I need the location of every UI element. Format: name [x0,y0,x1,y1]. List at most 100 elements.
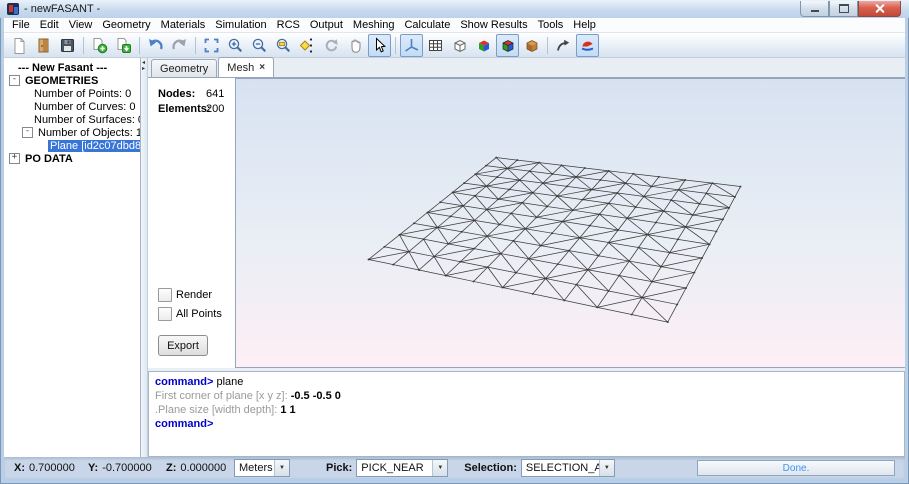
undo-button[interactable] [144,34,167,57]
toolbar-separator [139,37,140,54]
new-file-button[interactable] [8,34,31,57]
shaded-wireframe-cube-button[interactable] [496,34,519,57]
elements-stat: Elements:200 [158,103,229,115]
menu-bar: File Edit View Geometry Materials Simula… [4,18,905,33]
save-icon [59,37,76,54]
shaded-wireframe-cube-icon [499,37,516,54]
close-icon [875,4,884,13]
normals-button[interactable] [552,34,575,57]
console-splitter-icon[interactable]: ▴▾ [153,371,159,372]
mesh-result-view-button[interactable] [576,34,599,57]
open-button[interactable] [32,34,55,57]
solid-cube-button[interactable] [520,34,543,57]
splitter-arrows-icon: ◂▸ [142,60,145,72]
render-checkbox-row: Render [158,288,229,302]
selection-select[interactable]: SELECTION_ALL▼ [521,459,615,477]
toolbar-separator [195,37,196,54]
console-line: .Plane size [width depth]: 1 1 [155,403,898,417]
progress-text: Done. [783,463,810,474]
axes-button[interactable] [400,34,423,57]
collapse-icon[interactable]: - [9,75,20,86]
chevron-down-icon: ▼ [599,460,614,476]
zoom-out-icon [251,37,268,54]
grid-icon [427,37,444,54]
close-tab-icon[interactable]: × [259,63,265,72]
zoom-out-button[interactable] [248,34,271,57]
render-checkbox[interactable] [158,288,172,302]
menu-edit[interactable]: Edit [35,19,64,32]
title-bar: - newFASANT - [0,0,909,18]
rotate-view-button[interactable] [320,34,343,57]
export-button[interactable]: Export [158,335,208,356]
status-pick: Pick: [326,462,356,474]
wireframe-cube-button[interactable] [448,34,471,57]
export-geometry-button[interactable] [112,34,135,57]
menu-calculate[interactable]: Calculate [399,19,455,32]
mesh-tab-content: Nodes:641 Elements:200 Render All Points… [148,77,905,368]
menu-output[interactable]: Output [305,19,348,32]
shaded-cube-button[interactable] [472,34,495,57]
minimize-button[interactable] [800,1,829,17]
menu-show-results[interactable]: Show Results [455,19,532,32]
console-line: command> [155,417,898,431]
center-view-button[interactable] [296,34,319,57]
tree-item-objects[interactable]: -Number of Objects: 1 [4,126,140,139]
rotate-view-icon [323,37,340,54]
pick-select[interactable]: PICK_NEAR▼ [356,459,448,477]
menu-help[interactable]: Help [568,19,601,32]
toolbar [4,33,905,58]
status-bar: X:0.700000 Y:-0.700000 Z:0.000000 Meters… [4,457,905,478]
tab-geometry[interactable]: Geometry [151,59,217,77]
status-z: Z:0.000000 [166,462,232,474]
geometry-tree-panel: --- New Fasant --- -GEOMETRIES Number of… [4,58,141,457]
tab-mesh[interactable]: Mesh× [218,57,274,77]
menu-materials[interactable]: Materials [156,19,211,32]
tree-item-geometries[interactable]: -GEOMETRIES [4,74,140,87]
zoom-in-button[interactable] [224,34,247,57]
open-folder-icon [35,37,52,54]
tree-splitter[interactable]: ◂▸ [141,58,148,457]
redo-button[interactable] [168,34,191,57]
mesh-viewport[interactable] [235,78,905,368]
save-button[interactable] [56,34,79,57]
elements-value: 200 [206,103,224,115]
status-y: Y:-0.700000 [88,462,162,474]
menu-rcs[interactable]: RCS [272,19,305,32]
tab-bar: Geometry Mesh× [148,58,905,77]
menu-meshing[interactable]: Meshing [348,19,400,32]
pan-hand-icon [347,37,364,54]
menu-tools[interactable]: Tools [533,19,569,32]
minimize-icon [811,10,819,12]
nodes-stat: Nodes:641 [158,88,229,100]
tree-item-curves[interactable]: Number of Curves: 0 [4,100,140,113]
zoom-window-button[interactable] [272,34,295,57]
collapse-icon[interactable]: - [22,127,33,138]
undo-icon [147,37,164,54]
grid-button[interactable] [424,34,447,57]
maximize-icon [839,4,849,13]
tree-item-surfaces[interactable]: Number of Surfaces: 0 [4,113,140,126]
redo-icon [171,37,188,54]
select-button[interactable] [368,34,391,57]
menu-geometry[interactable]: Geometry [97,19,155,32]
pan-button[interactable] [344,34,367,57]
tree-item-points[interactable]: Number of Points: 0 [4,87,140,100]
zoom-fit-button[interactable] [200,34,223,57]
import-geometry-button[interactable] [88,34,111,57]
menu-simulation[interactable]: Simulation [210,19,271,32]
units-select[interactable]: Meters▼ [234,459,290,477]
tree-item-plane[interactable]: Plane [id2c07dbd8] [4,139,140,152]
menu-view[interactable]: View [64,19,98,32]
maximize-button[interactable] [829,1,858,17]
expand-icon[interactable]: + [9,153,20,164]
chevron-down-icon: ▼ [432,460,447,476]
menu-file[interactable]: File [7,19,35,32]
tree-item-po-data[interactable]: +PO DATA [4,152,140,165]
shaded-cube-icon [475,37,492,54]
axes-icon [403,37,420,54]
all-points-checkbox[interactable] [158,307,172,321]
window-title: - newFASANT - [24,3,100,15]
solid-cube-icon [523,37,540,54]
command-console[interactable]: ▴▾ command> plane First corner of plane … [148,371,905,457]
close-button[interactable] [858,1,901,17]
